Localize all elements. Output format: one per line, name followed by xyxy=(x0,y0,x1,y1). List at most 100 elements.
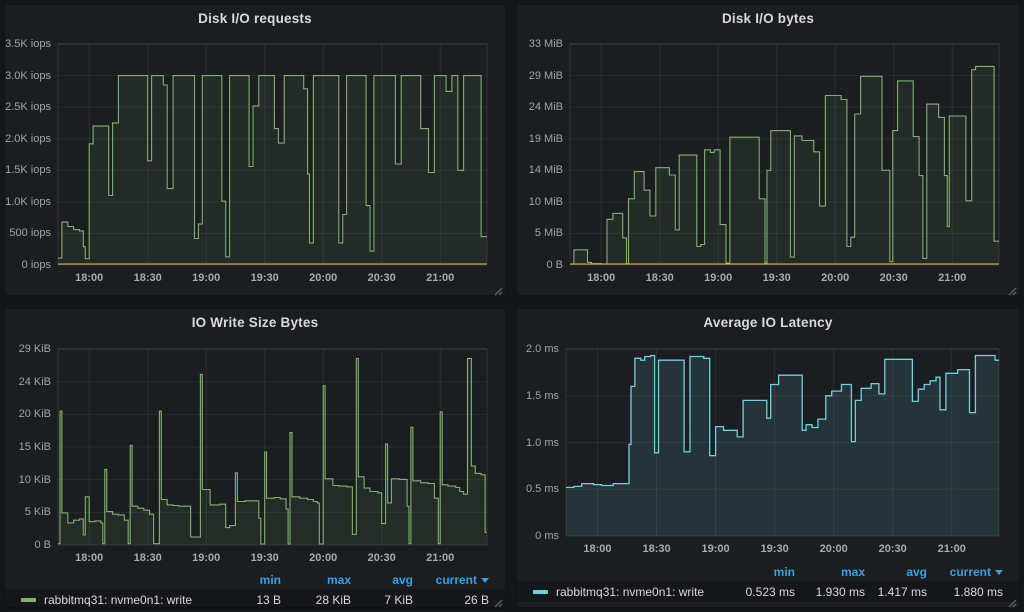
legend-header-min[interactable]: min xyxy=(203,573,281,587)
legend-header-max[interactable]: max xyxy=(281,573,351,587)
x-axis-tick-label: 19:30 xyxy=(243,273,287,284)
x-axis-tick-label: 19:30 xyxy=(753,544,797,555)
x-axis-tick-label: 18:00 xyxy=(67,553,111,564)
legend-value-current: 1.880 ms xyxy=(927,585,1003,599)
x-axis-tick-label: 21:00 xyxy=(418,273,462,284)
y-axis-tick-label: 0.5 ms xyxy=(517,484,559,495)
y-axis-tick-label: 5 MiB xyxy=(517,228,563,239)
legend-header-max[interactable]: max xyxy=(795,565,865,579)
panel-header: Average IO Latency xyxy=(517,309,1019,335)
y-axis-tick-label: 33 MiB xyxy=(517,39,563,50)
legend-header-current-label: current xyxy=(436,573,477,587)
y-axis-tick-label: 20 KiB xyxy=(5,409,51,420)
x-axis-tick-label: 20:30 xyxy=(871,544,915,555)
chart-disk-io-bytes[interactable]: 0 B5 MiB10 MiB14 MiB19 MiB24 MiB29 MiB33… xyxy=(517,31,1019,291)
panel-resize-handle[interactable] xyxy=(493,283,503,293)
legend-header-row: min max avg current xyxy=(5,571,505,589)
y-axis-tick-label: 10 KiB xyxy=(5,475,51,486)
resize-icon xyxy=(493,286,503,296)
x-axis-tick-label: 18:30 xyxy=(635,544,679,555)
panel-title[interactable]: IO Write Size Bytes xyxy=(192,315,319,330)
x-axis-tick-label: 20:00 xyxy=(813,273,857,284)
y-axis-tick-label: 0 B xyxy=(517,260,563,271)
legend-series[interactable]: rabbitmq31: nvme0n1: write xyxy=(533,585,717,599)
x-axis-tick-label: 19:30 xyxy=(755,273,799,284)
x-axis-tick-label: 19:00 xyxy=(184,553,228,564)
y-axis-tick-label: 500 iops xyxy=(5,228,51,239)
x-axis-tick-label: 18:30 xyxy=(126,273,170,284)
legend-value-max: 28 KiB xyxy=(281,593,351,607)
chart-average-io-latency[interactable]: 0 ms0.5 ms1.0 ms1.5 ms2.0 ms18:0018:3019… xyxy=(517,335,1019,562)
x-axis-tick-label: 21:00 xyxy=(930,273,974,284)
x-axis-tick-label: 20:30 xyxy=(360,273,404,284)
series-color-swatch[interactable] xyxy=(21,598,36,602)
y-axis-tick-label: 2.5K iops xyxy=(5,102,51,113)
x-axis-tick-label: 18:00 xyxy=(575,544,619,555)
y-axis-tick-label: 10 MiB xyxy=(517,197,563,208)
legend-series-row: rabbitmq31: nvme0n1: write 0.523 ms 1.93… xyxy=(517,581,1019,602)
panel-resize-handle[interactable] xyxy=(493,595,503,605)
y-axis-tick-label: 1.5 ms xyxy=(517,391,559,402)
y-axis-tick-label: 15 KiB xyxy=(5,442,51,453)
panel-header: Disk I/O bytes xyxy=(517,5,1019,31)
legend-header-current[interactable]: current xyxy=(413,573,489,587)
x-axis-tick-label: 18:00 xyxy=(579,273,623,284)
x-axis-tick-label: 20:30 xyxy=(360,553,404,564)
x-axis-tick-label: 19:30 xyxy=(243,553,287,564)
y-axis-tick-label: 2.0 ms xyxy=(517,344,559,355)
legend-value-avg: 7 KiB xyxy=(351,593,413,607)
panel-title[interactable]: Disk I/O bytes xyxy=(722,11,814,26)
sort-desc-icon xyxy=(995,570,1003,575)
legend-value-avg: 1.417 ms xyxy=(865,585,927,599)
y-axis-tick-label: 3.5K iops xyxy=(5,39,51,50)
x-axis-tick-label: 19:00 xyxy=(694,544,738,555)
x-axis-tick-label: 20:00 xyxy=(812,544,856,555)
x-axis-tick-label: 20:30 xyxy=(872,273,916,284)
legend-header-avg[interactable]: avg xyxy=(351,573,413,587)
resize-icon xyxy=(493,598,503,608)
chart-io-write-size-bytes[interactable]: 0 B5 KiB10 KiB15 KiB20 KiB24 KiB29 KiB18… xyxy=(5,335,505,571)
legend-value-min: 13 B xyxy=(203,593,281,607)
chart-disk-io-requests[interactable]: 0 iops500 iops1.0K iops1.5K iops2.0K iop… xyxy=(5,31,505,291)
legend-series-row: rabbitmq31: nvme0n1: write 13 B 28 KiB 7… xyxy=(5,589,505,610)
panel-header: Disk I/O requests xyxy=(5,5,505,31)
panel-io-write-size-bytes: IO Write Size Bytes 0 B5 KiB10 KiB15 KiB… xyxy=(4,308,506,608)
resize-icon xyxy=(1007,598,1017,608)
legend: min max avg current rabbitmq31: nvme0n1:… xyxy=(5,571,505,612)
x-axis-tick-label: 18:00 xyxy=(67,273,111,284)
y-axis-tick-label: 29 KiB xyxy=(5,344,51,355)
panel-resize-handle[interactable] xyxy=(1007,595,1017,605)
x-axis-tick-label: 21:00 xyxy=(418,553,462,564)
panel-resize-handle[interactable] xyxy=(1007,283,1017,293)
y-axis-tick-label: 1.5K iops xyxy=(5,165,51,176)
y-axis-tick-label: 19 MiB xyxy=(517,134,563,145)
y-axis-tick-label: 1.0 ms xyxy=(517,438,559,449)
panel-average-io-latency: Average IO Latency 0 ms0.5 ms1.0 ms1.5 m… xyxy=(516,308,1020,608)
x-axis-tick-label: 20:00 xyxy=(301,273,345,284)
x-axis-tick-label: 19:00 xyxy=(696,273,740,284)
legend-series[interactable]: rabbitmq31: nvme0n1: write xyxy=(21,593,203,607)
panel-title[interactable]: Average IO Latency xyxy=(703,315,832,330)
panel-title[interactable]: Disk I/O requests xyxy=(198,11,312,26)
y-axis-tick-label: 14 MiB xyxy=(517,165,563,176)
legend-value-min: 0.523 ms xyxy=(717,585,795,599)
y-axis-tick-label: 2.0K iops xyxy=(5,134,51,145)
y-axis-tick-label: 1.0K iops xyxy=(5,197,51,208)
legend-header-current[interactable]: current xyxy=(927,565,1003,579)
legend-header-row: min max avg current xyxy=(517,563,1019,581)
legend-header-avg[interactable]: avg xyxy=(865,565,927,579)
x-axis-tick-label: 19:00 xyxy=(184,273,228,284)
x-axis-tick-label: 18:30 xyxy=(126,553,170,564)
legend-header-min[interactable]: min xyxy=(717,565,795,579)
series-color-swatch[interactable] xyxy=(533,590,548,594)
x-axis-tick-label: 21:00 xyxy=(930,544,974,555)
x-axis-tick-label: 20:00 xyxy=(301,553,345,564)
legend-header-current-label: current xyxy=(950,565,991,579)
y-axis-tick-label: 0 B xyxy=(5,540,51,551)
legend-value-max: 1.930 ms xyxy=(795,585,865,599)
y-axis-tick-label: 3.0K iops xyxy=(5,71,51,82)
panel-disk-io-requests: Disk I/O requests 0 iops500 iops1.0K iop… xyxy=(4,4,506,296)
panel-header: IO Write Size Bytes xyxy=(5,309,505,335)
legend-series-name[interactable]: rabbitmq31: nvme0n1: write xyxy=(44,593,192,607)
legend-series-name[interactable]: rabbitmq31: nvme0n1: write xyxy=(556,585,704,599)
